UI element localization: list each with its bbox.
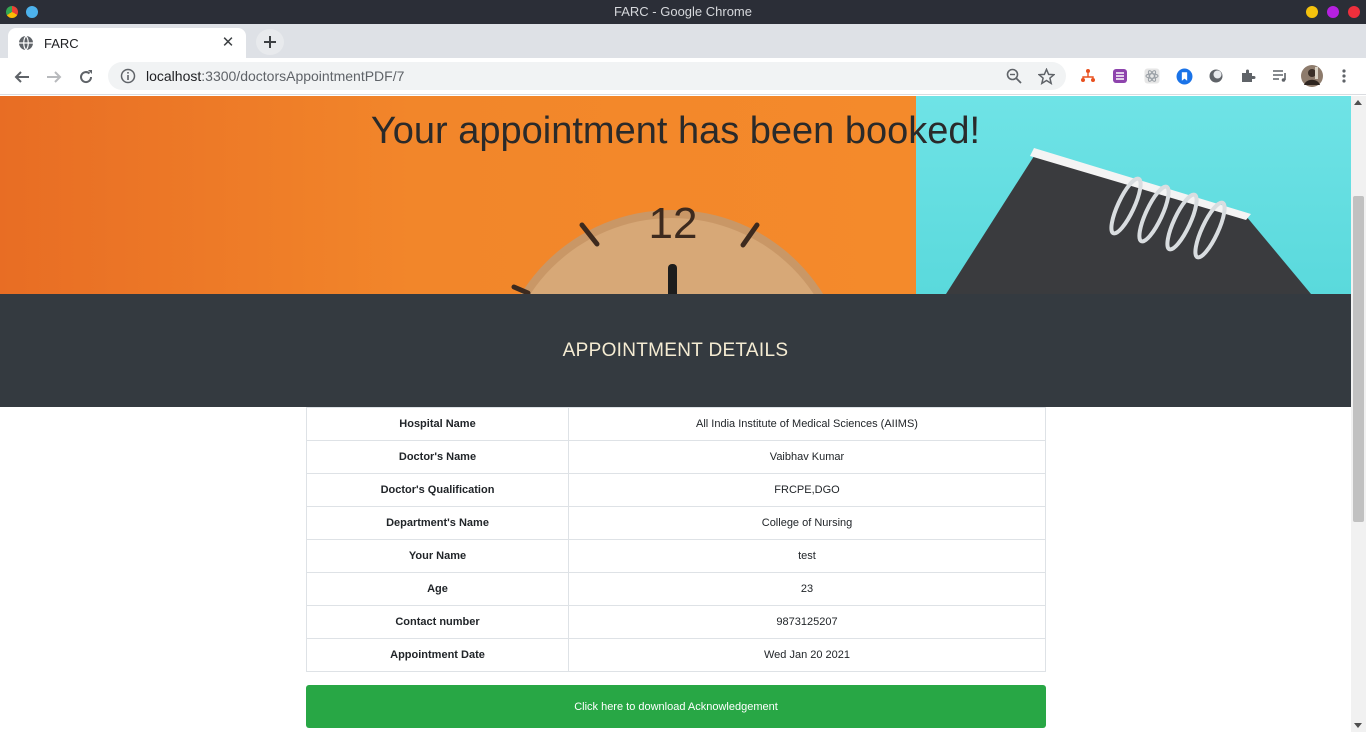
info-icon[interactable] [120,68,136,84]
row-value: 23 [568,572,1046,606]
kebab-menu-icon[interactable] [1335,67,1353,85]
table-row: Age 23 [306,572,1046,606]
extension-circle-icon[interactable] [1207,67,1225,85]
row-value: Wed Jan 20 2021 [568,638,1046,672]
url-text[interactable]: localhost:3300/doctorsAppointmentPDF/7 [146,68,992,84]
extension-grid-icon[interactable] [1111,67,1129,85]
appointment-table: Hospital Name All India Institute of Med… [306,407,1046,672]
hero-banner: 12 Your appointment has been booked! [0,96,1351,294]
page-title: Your appointment has been booked! [370,110,981,152]
dock-app-icon [26,6,38,18]
new-tab-button[interactable] [256,29,284,55]
row-label: Appointment Date [306,638,569,672]
row-label: Hospital Name [306,407,569,441]
globe-icon [18,35,34,51]
arrow-left-icon [14,71,29,83]
reload-icon [80,70,93,84]
close-window-button[interactable] [1348,6,1360,18]
address-bar[interactable]: localhost:3300/doctorsAppointmentPDF/7 [108,62,1066,90]
profile-avatar[interactable] [1301,65,1323,87]
row-value: College of Nursing [568,506,1046,540]
row-value: All India Institute of Medical Sciences … [568,407,1046,441]
row-value: Vaibhav Kumar [568,440,1046,474]
row-label: Contact number [306,605,569,639]
row-label: Age [306,572,569,606]
plus-icon [264,36,276,48]
page-scrollbar[interactable] [1351,96,1366,732]
row-label: Doctor's Qualification [306,473,569,507]
table-row: Doctor's Name Vaibhav Kumar [306,440,1046,474]
table-row: Hospital Name All India Institute of Med… [306,407,1046,441]
zoom-icon[interactable] [1004,66,1024,86]
row-label: Doctor's Name [306,440,569,474]
scrollbar-thumb[interactable] [1353,196,1364,522]
back-button[interactable] [10,65,34,89]
table-row: Contact number 9873125207 [306,605,1046,639]
tab-title: FARC [44,35,79,51]
window-title: FARC - Google Chrome [614,4,752,19]
row-label: Your Name [306,539,569,573]
extensions-puzzle-icon[interactable] [1239,67,1257,85]
scroll-up-icon[interactable] [1354,100,1362,105]
row-value: FRCPE,DGO [568,473,1046,507]
scroll-down-icon[interactable] [1354,723,1362,728]
tab-strip: FARC ✕ [0,24,1366,58]
arrow-right-icon [47,71,62,83]
download-acknowledgement-button[interactable]: Click here to download Acknowledgement [306,685,1046,728]
maximize-button[interactable] [1327,6,1339,18]
page-viewport: 12 Your appointment has been booked! APP… [0,96,1366,732]
window-titlebar: FARC - Google Chrome [0,0,1366,24]
row-label: Department's Name [306,506,569,540]
browser-toolbar: localhost:3300/doctorsAppointmentPDF/7 [0,58,1366,95]
extension-bookmark-icon[interactable] [1175,67,1193,85]
table-row: Department's Name College of Nursing [306,506,1046,540]
reload-button[interactable] [74,65,98,89]
minimize-button[interactable] [1306,6,1318,18]
tab-farc[interactable]: FARC ✕ [8,28,246,58]
extension-tree-icon[interactable] [1079,67,1097,85]
extension-react-icon[interactable] [1143,67,1161,85]
section-title: APPOINTMENT DETAILS [562,339,789,361]
table-row: Appointment Date Wed Jan 20 2021 [306,638,1046,672]
table-row: Your Name test [306,539,1046,573]
chrome-app-icon [6,6,18,18]
svg-text:12: 12 [649,199,698,248]
table-row: Doctor's Qualification FRCPE,DGO [306,473,1046,507]
forward-button[interactable] [42,65,66,89]
row-value: test [568,539,1046,573]
details-header-band: APPOINTMENT DETAILS [0,294,1351,407]
bookmark-star-icon[interactable] [1036,66,1056,86]
row-value: 9873125207 [568,605,1046,639]
media-queue-icon[interactable] [1271,67,1289,85]
close-tab-icon[interactable]: ✕ [220,35,236,51]
